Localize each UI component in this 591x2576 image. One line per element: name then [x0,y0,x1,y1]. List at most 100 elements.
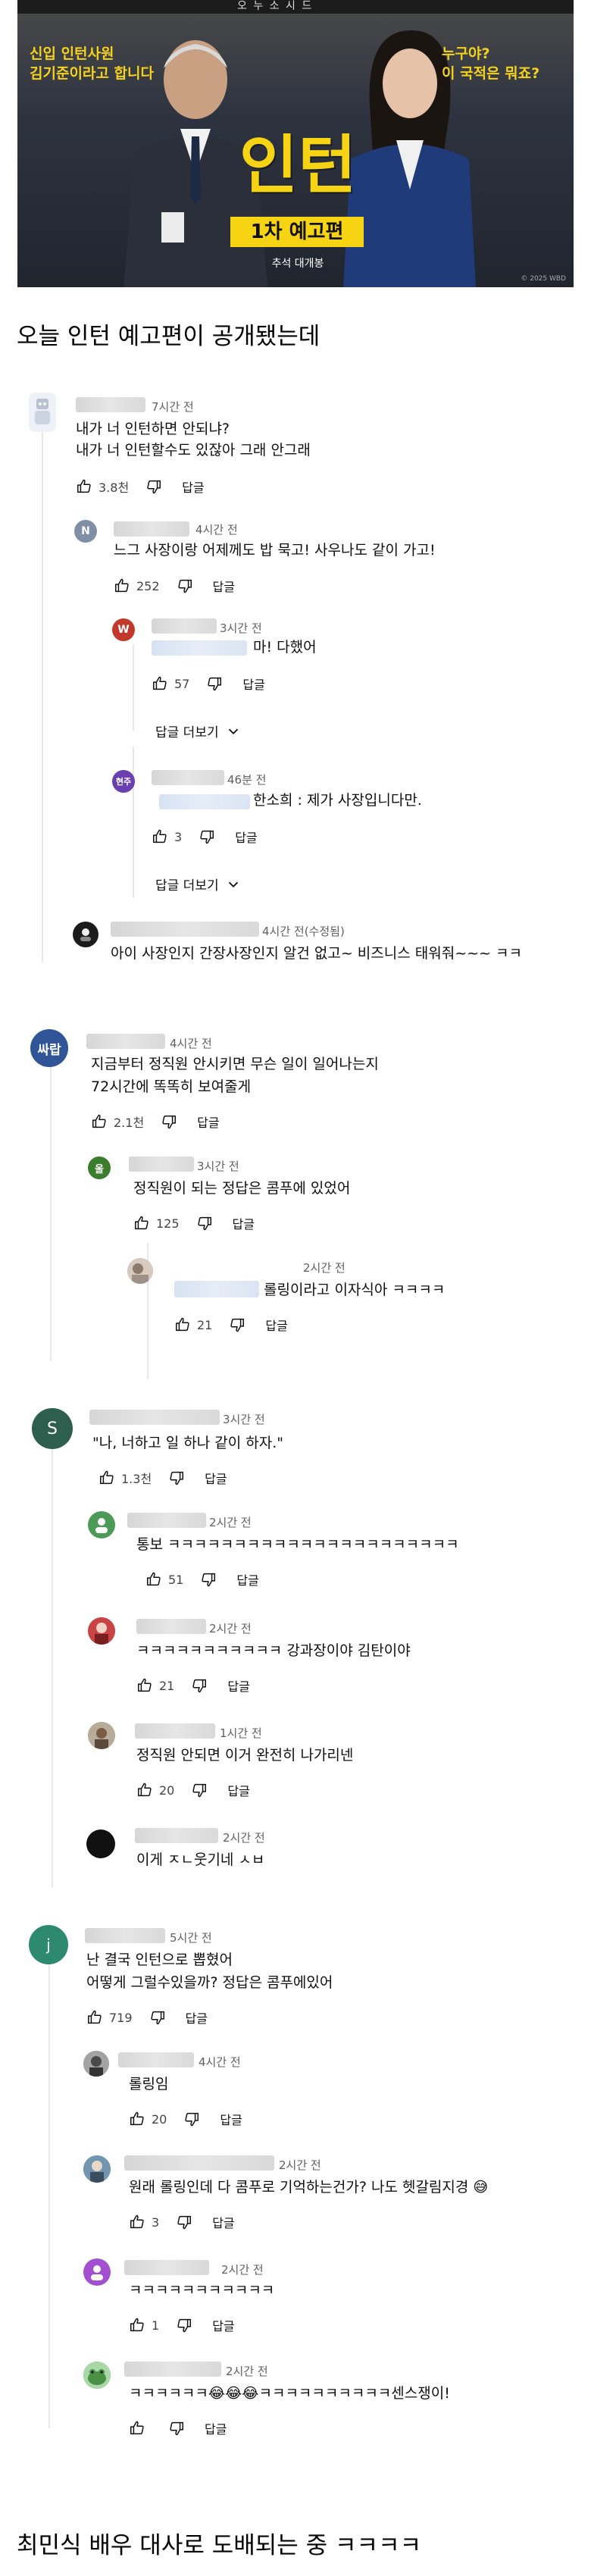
blurred-username [124,2155,274,2171]
thumbs-down-icon[interactable] [229,1316,245,1333]
comment-time: 4시간 전 [195,523,238,537]
poster-right-line-2: 이 국적은 뭐죠? [442,65,540,82]
avatar-photo[interactable] [83,2155,111,2183]
comment-text-line: 원래 롤링인데 다 콤푸로 기억하는건가? 나도 헷갈림지경 😅 [129,2179,489,2196]
avatar-photo[interactable] [127,1258,153,1284]
thumbs-up-icon[interactable] [174,1316,191,1333]
thumbs-up-icon[interactable] [129,2111,145,2127]
avatar-j[interactable]: j [29,1925,68,1964]
reply-button[interactable]: 답글 [242,675,264,693]
thumbs-up-icon[interactable] [129,2214,145,2230]
thumbs-up-icon[interactable] [145,1571,162,1588]
thumbs-down-icon[interactable] [196,1215,213,1232]
comment-actions: 125 답글 [133,1213,255,1234]
poster-title: 인턴 [239,128,357,202]
more-replies-button[interactable]: 답글 더보기 [155,875,242,894]
reply-button[interactable]: 답글 [235,828,257,846]
comment-time: 4시간 전 [199,2055,241,2069]
reply-button[interactable]: 답글 [227,1676,249,1695]
avatar-frog[interactable] [83,2362,111,2389]
reply-button[interactable]: 답글 [227,1781,249,1799]
thumbs-up-icon[interactable] [136,1677,153,1694]
thread-line [42,424,43,962]
thumbs-down-icon[interactable] [191,1782,208,1798]
avatar-sarab[interactable]: 싸랍 [30,1029,68,1067]
blurred-username [152,618,217,634]
blurred-mention [159,794,250,809]
avatar-w[interactable]: W [112,618,135,641]
reply-button[interactable]: 답글 [233,1214,255,1232]
avatar-robot[interactable] [29,393,56,432]
thumbs-down-icon[interactable] [176,2214,192,2230]
comment-actions: 719 답글 [86,2007,208,2028]
thumbs-up-icon[interactable] [136,1782,153,1798]
poster-subtitle: 1차 예고편 [230,217,364,247]
thumbs-up-icon[interactable] [76,478,92,495]
reply-button[interactable]: 답글 [220,2110,242,2128]
reply-button[interactable]: 답글 [186,2008,208,2027]
avatar-black[interactable] [86,1829,115,1858]
avatar-photo[interactable] [88,1722,115,1749]
avatar-default[interactable] [83,2258,111,2286]
thumbs-up-icon[interactable] [133,1215,150,1232]
comment-text-line: 어떻게 그럴수있을까? 정답은 콤푸에있어 [86,1974,333,1991]
blurred-username [124,2362,221,2377]
blurred-username [89,1410,220,1425]
avatar-n[interactable]: N [74,520,97,543]
comment-time: 2시간 전 [221,2263,264,2277]
reply-button[interactable]: 답글 [212,2316,234,2334]
reply-button[interactable]: 답글 [205,1469,227,1487]
avatar-photo[interactable] [83,2051,109,2077]
like-count: 125 [156,1216,180,1231]
thumbs-down-icon[interactable] [199,828,215,845]
thumbs-down-icon[interactable] [161,1113,177,1130]
poster-right-line-1: 누구야? [442,45,490,62]
thumbs-up-icon[interactable] [114,577,130,594]
thumbs-down-icon[interactable] [191,1677,208,1694]
thumbs-up-icon[interactable] [129,2317,145,2333]
thumbs-up-icon[interactable] [152,828,168,845]
blurred-username [129,1157,194,1172]
thumbs-up-icon[interactable] [86,2009,103,2026]
poster-left-line-2: 김기준이라고 합니다 [30,65,154,82]
thumbs-down-icon[interactable] [149,2009,166,2026]
blurred-mention [174,1281,259,1297]
thumbs-down-icon[interactable] [183,2111,200,2127]
reply-button[interactable]: 답글 [197,1113,219,1131]
thumbs-down-icon[interactable] [177,577,193,594]
comment-time: 2시간 전 [303,1261,346,1275]
comment-time: 4시간 전(수정됨) [262,925,345,938]
reply-button[interactable]: 답글 [212,2213,234,2231]
avatar-dark[interactable] [73,922,98,947]
avatar-s[interactable]: S [32,1408,73,1449]
comment-actions: 51 답글 [145,1569,259,1590]
comment-text-line: 정직원이 되는 정답은 콤푸에 있었어 [133,1180,351,1197]
thumbs-down-icon[interactable] [206,675,223,692]
reply-line [133,644,134,731]
comment-text-line: 롤링이라고 이자식아 ㅋㅋㅋㅋ [264,1282,446,1298]
thumbs-down-icon[interactable] [145,478,162,495]
avatar-default[interactable] [88,1511,115,1538]
reply-button[interactable]: 답글 [182,477,204,496]
comment-text-line: 내가 너 인턴하면 안되냐? [76,421,230,437]
thumbs-down-icon[interactable] [200,1571,217,1588]
thumbs-up-icon[interactable] [98,1470,115,1486]
reply-button[interactable]: 답글 [265,1316,287,1334]
reply-button[interactable]: 답글 [236,1570,258,1588]
reply-button[interactable]: 답글 [205,2419,227,2437]
comment-time: 5시간 전 [170,1931,212,1945]
thumbs-down-icon[interactable] [176,2317,192,2333]
more-replies-button[interactable]: 답글 더보기 [155,721,242,740]
reply-button[interactable]: 답글 [213,577,235,595]
avatar-photo[interactable] [88,1617,115,1645]
thumbs-up-icon[interactable] [152,675,168,692]
thumbs-down-icon[interactable] [168,1470,185,1486]
poster-left-line-1: 신입 인턴사원 [30,45,114,62]
thumbs-down-icon[interactable] [168,2420,185,2437]
avatar-hyunju[interactable]: 현주 [112,770,135,793]
avatar-ul[interactable]: 울 [88,1157,111,1179]
blurred-username [135,1723,215,1739]
comment-text-line: 한소희 : 제가 사장입니다만. [253,792,422,809]
thumbs-up-icon[interactable] [91,1113,108,1130]
thumbs-up-icon[interactable] [129,2420,145,2437]
